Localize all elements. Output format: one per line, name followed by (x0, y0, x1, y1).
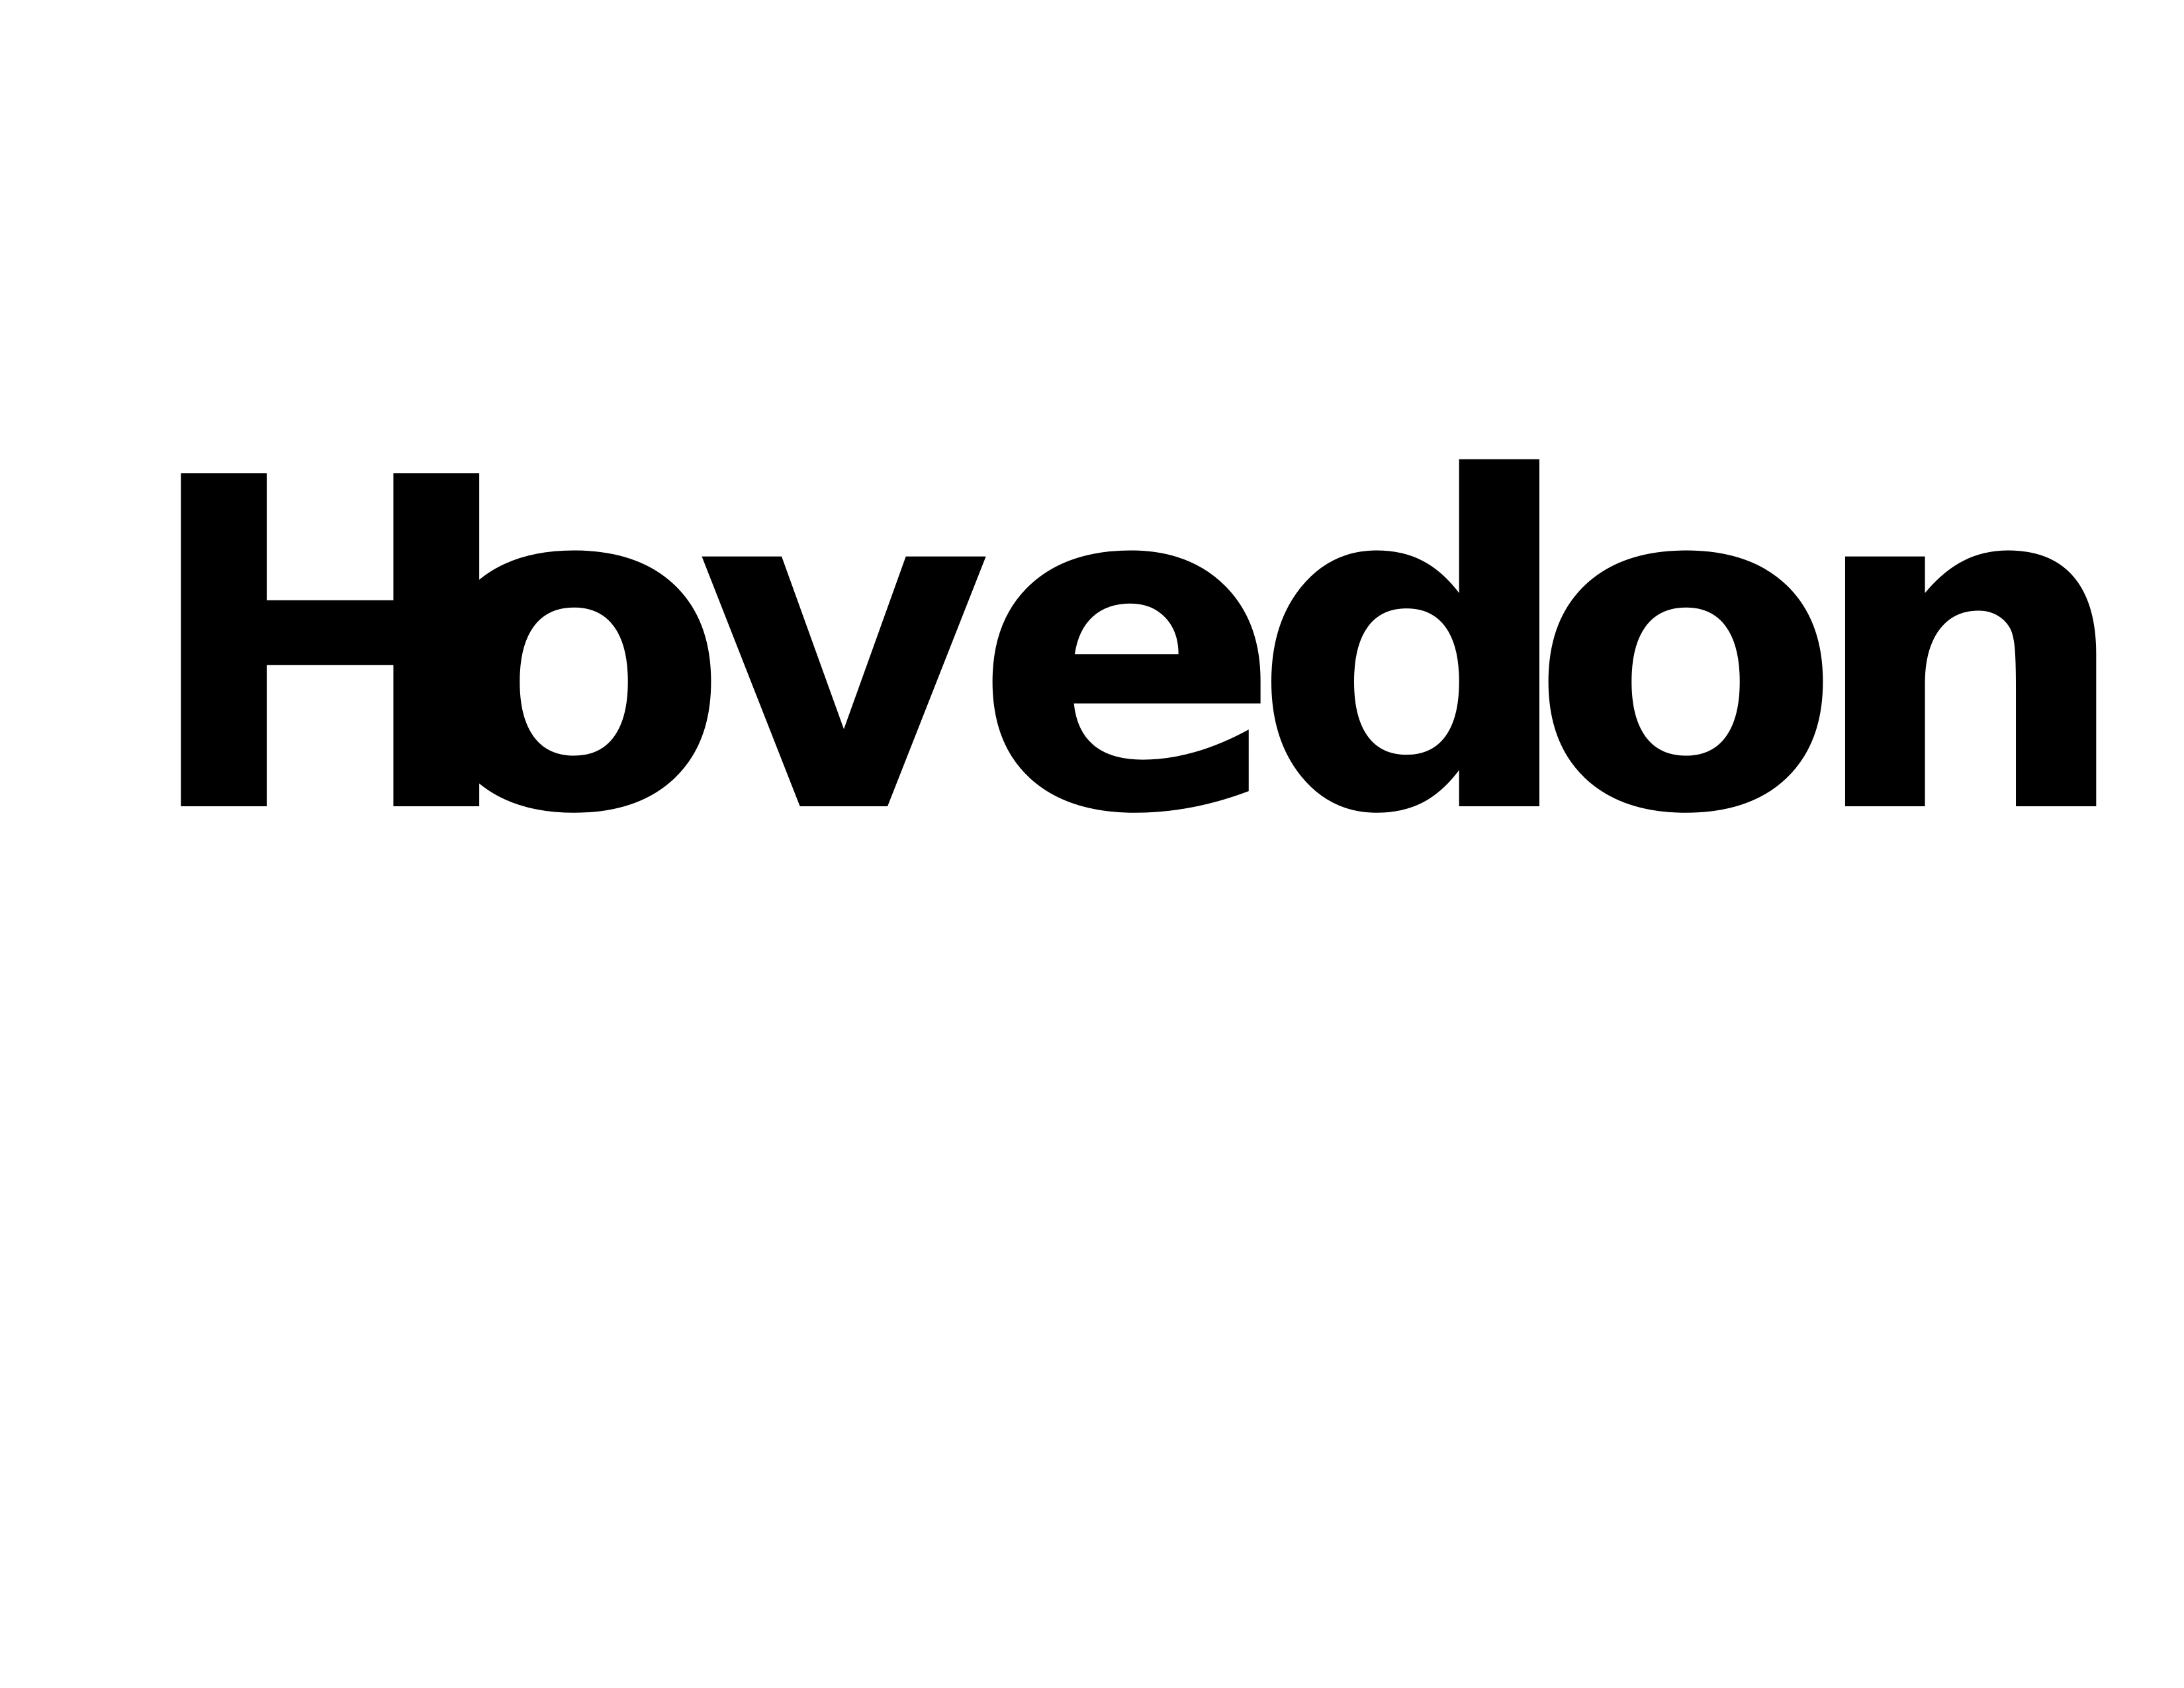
title-letter-o2: o (1529, 383, 1843, 914)
title-letter-d: d (1251, 383, 1578, 914)
title-letter-v: v (695, 383, 993, 914)
title-letter-n: n (1807, 383, 2132, 914)
page-canvas: H o v e d o n (0, 0, 2184, 1688)
title-word: H o v e d o n (139, 420, 2132, 877)
title-letter-e: e (973, 383, 1283, 914)
title-letter-o1: o (417, 383, 731, 914)
title-letter-h: H (139, 383, 522, 914)
